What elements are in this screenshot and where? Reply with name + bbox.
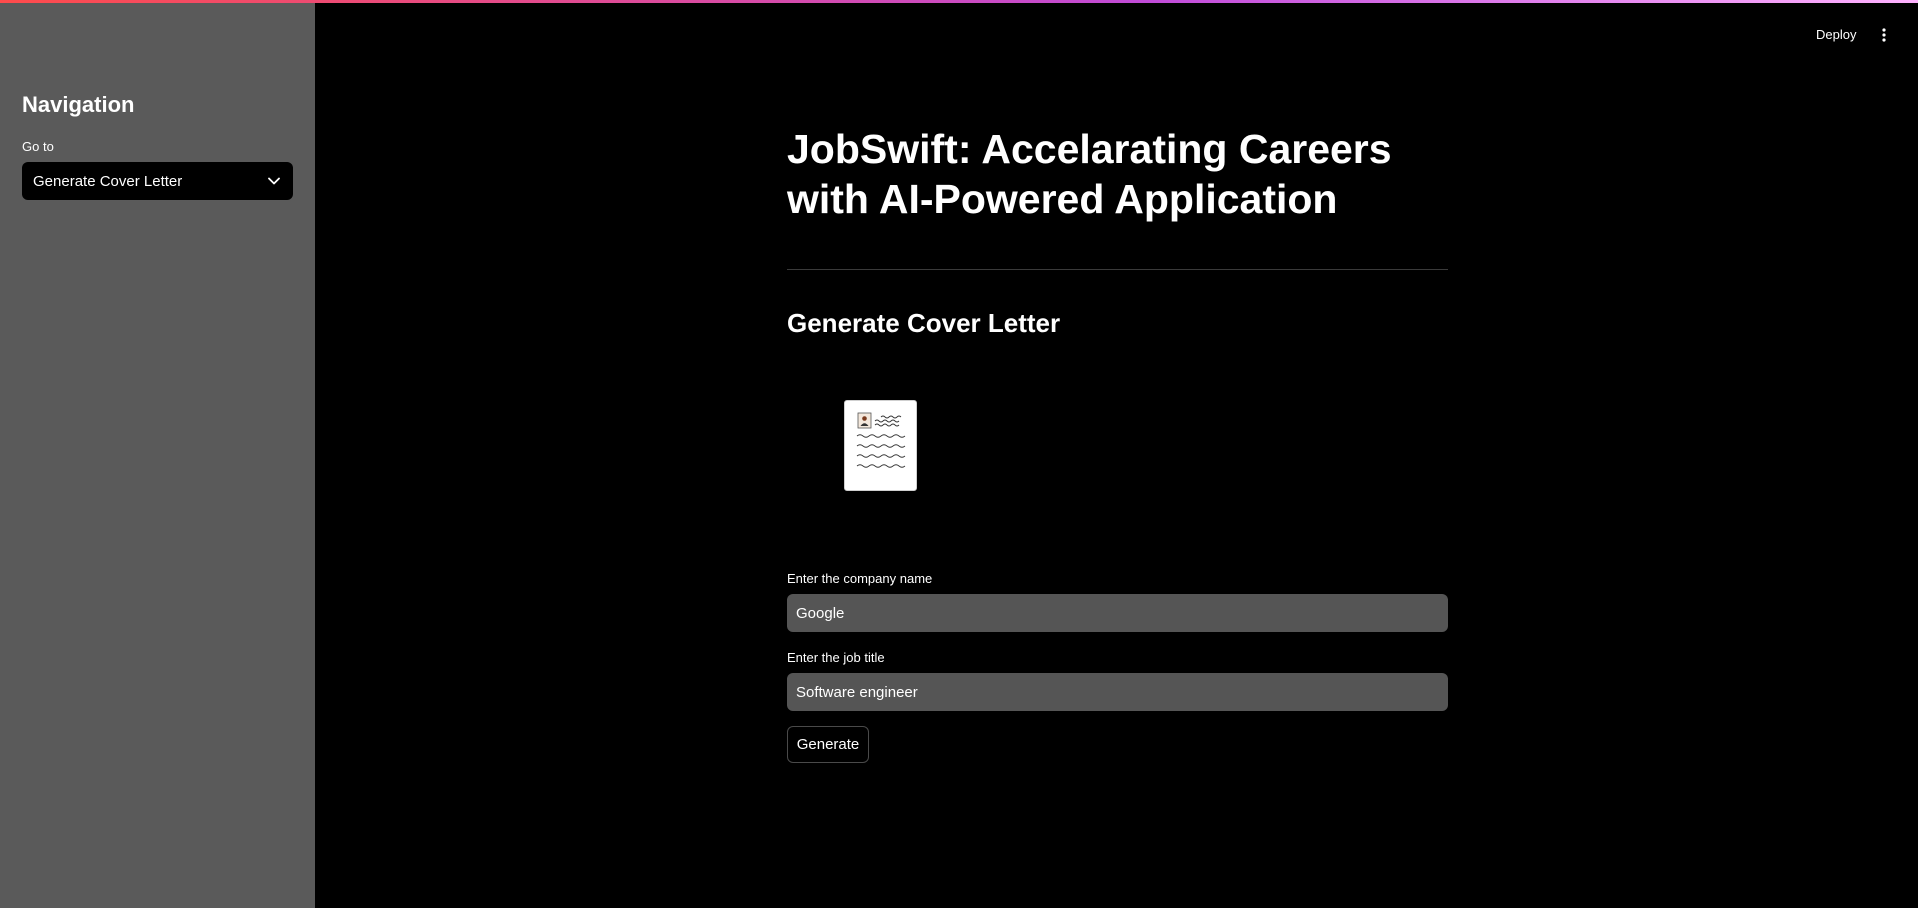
- top-accent-bar: [0, 0, 1918, 3]
- kebab-menu-icon[interactable]: [1874, 24, 1894, 46]
- cover-letter-document-icon: [844, 400, 917, 491]
- page-select-label: Go to: [22, 139, 54, 154]
- company-name-input[interactable]: [787, 594, 1448, 632]
- job-title-label: Enter the job title: [787, 650, 885, 665]
- sidebar-heading: Navigation: [22, 92, 135, 117]
- divider: [787, 269, 1448, 270]
- chevron-down-icon: [267, 174, 281, 188]
- page-title: JobSwift: Accelarating Careers with AI-P…: [787, 126, 1392, 222]
- job-title-input[interactable]: [787, 673, 1448, 711]
- generate-button[interactable]: Generate: [787, 726, 869, 763]
- page-select-value: Generate Cover Letter: [33, 172, 183, 190]
- company-name-label: Enter the company name: [787, 571, 933, 586]
- sidebar: Navigation Go to Generate Cover Letter: [0, 0, 315, 908]
- deploy-button[interactable]: Deploy: [1810, 24, 1862, 45]
- section-title: Generate Cover Letter: [787, 308, 1061, 338]
- page-select[interactable]: Generate Cover Letter: [22, 162, 293, 200]
